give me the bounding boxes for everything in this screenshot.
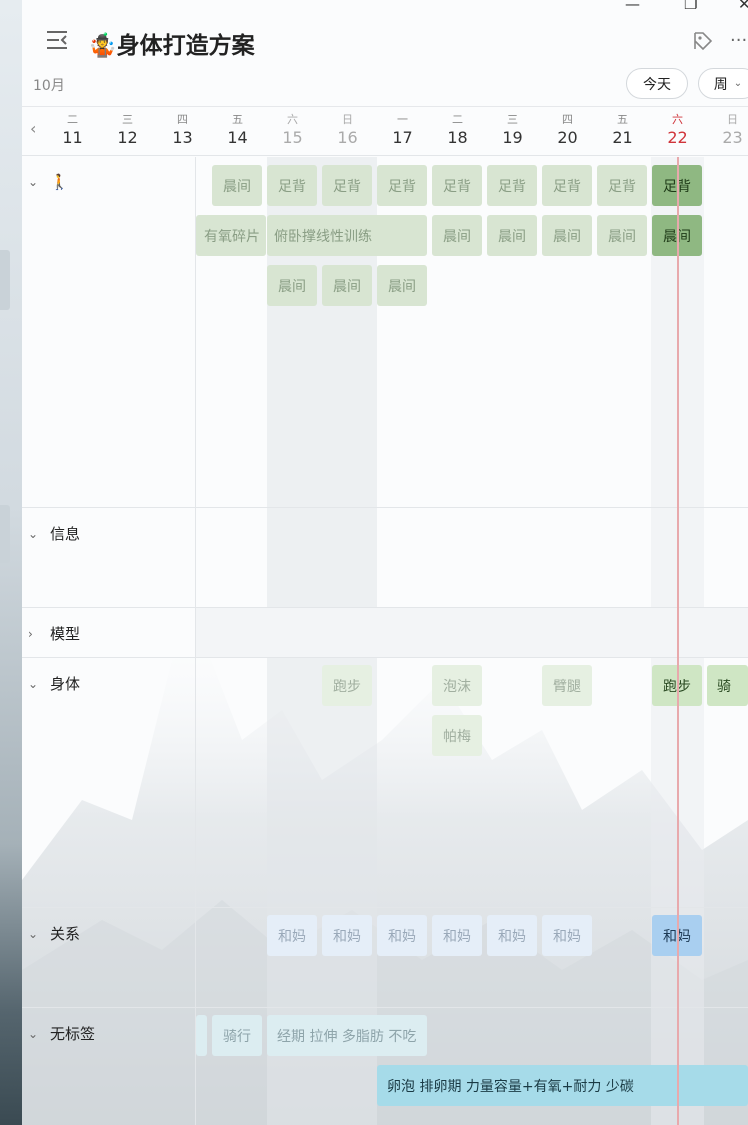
event-foot-back[interactable]: 足背 [267, 165, 317, 206]
desktop-widget [0, 250, 10, 310]
event-foot-back[interactable]: 足背 [377, 165, 427, 206]
lane-header-info[interactable]: ⌄ 信息 [28, 523, 80, 544]
menu-collapse-icon[interactable] [46, 30, 68, 50]
app-window: — ❐ ✕ 🤹身体打造方案 ··· 10月 今天 周 ⌄ ‹ 二 11 三 12 四… [22, 0, 748, 1125]
lane-header-model[interactable]: › 模型 [28, 623, 80, 644]
today-indicator-line [677, 157, 679, 1125]
event-morning[interactable]: 晨间 [487, 215, 537, 256]
event-ride[interactable]: 骑行 [212, 1015, 262, 1056]
event-foot-back[interactable]: 足背 [542, 165, 592, 206]
today-button[interactable]: 今天 [626, 68, 688, 99]
event-cardio[interactable]: 有氧碎片 [196, 215, 266, 256]
day-header-cell[interactable]: 三 19 [485, 107, 540, 149]
event-pamei[interactable]: 帕梅 [432, 715, 482, 756]
title-text: 身体打造方案 [116, 33, 255, 59]
event-foot-back[interactable]: 足背 [322, 165, 372, 206]
prev-week-icon[interactable]: ‹ [30, 119, 36, 138]
event-mom[interactable]: 和妈 [267, 915, 317, 956]
event-mom[interactable]: 和妈 [432, 915, 482, 956]
tag-icon[interactable] [692, 30, 714, 52]
event-mom[interactable]: 和妈 [542, 915, 592, 956]
day-header-cell[interactable]: 三 12 [100, 107, 155, 149]
event-morning[interactable]: 晨间 [597, 215, 647, 256]
day-header-cell[interactable]: 五 21 [595, 107, 650, 149]
day-header-cell[interactable]: 四 20 [540, 107, 595, 149]
day-header-cell[interactable]: 日 23 [705, 107, 748, 149]
event-mom[interactable]: 和妈 [487, 915, 537, 956]
day-header-cell[interactable]: 四 13 [155, 107, 210, 149]
lane-label: 无标签 [50, 1025, 96, 1043]
lane-label: 身体 [50, 675, 81, 693]
chevron-down-icon[interactable]: ⌄ [28, 527, 40, 541]
event-morning[interactable]: 晨间 [542, 215, 592, 256]
event-morning[interactable]: 晨间 [212, 165, 262, 206]
desktop-background [0, 0, 22, 1125]
title-emoji: 🤹 [88, 33, 117, 59]
event-foam[interactable]: 泡沫 [432, 665, 482, 706]
lane-header-body[interactable]: ⌄ 身体 [28, 673, 80, 694]
lane-label: 信息 [50, 525, 81, 543]
day-header: ‹ 二 11 三 12 四 13 五 14 六 15 日 16 一 17 二 18 三 19 四2… [22, 106, 748, 156]
lane-header-relation[interactable]: ⌄ 关系 [28, 923, 80, 944]
event-overflow[interactable] [196, 1015, 207, 1056]
event-period[interactable]: 经期 拉伸 多脂肪 不吃 [267, 1015, 427, 1056]
chevron-down-icon[interactable]: ⌄ [28, 1027, 40, 1041]
chevron-down-icon[interactable]: ⌄ [28, 677, 40, 691]
event-mom[interactable]: 和妈 [322, 915, 372, 956]
day-header-cell-today[interactable]: 六 22 [650, 107, 705, 149]
lane-label: 关系 [50, 925, 81, 943]
lane-divider [22, 907, 748, 908]
event-foot-back[interactable]: 足背 [432, 165, 482, 206]
chevron-down-icon[interactable]: ⌄ [28, 927, 40, 941]
lane-header-untagged[interactable]: ⌄ 无标签 [28, 1023, 95, 1044]
lane-divider [22, 507, 748, 508]
more-icon[interactable]: ··· [730, 30, 747, 51]
event-foot-back[interactable]: 足背 [597, 165, 647, 206]
event-morning[interactable]: 晨间 [377, 265, 427, 306]
event-pushup[interactable]: 俯卧撑线性训练 [267, 215, 427, 256]
event-mom[interactable]: 和妈 [377, 915, 427, 956]
event-foot-back[interactable]: 足背 [487, 165, 537, 206]
view-select[interactable]: 周 ⌄ [698, 68, 748, 99]
event-ride[interactable]: 骑 [707, 665, 748, 706]
minimize-button[interactable]: — [625, 0, 640, 12]
lane-label: 模型 [50, 625, 81, 643]
day-header-cell[interactable]: 二 18 [430, 107, 485, 149]
event-arm-leg[interactable]: 臂腿 [542, 665, 592, 706]
day-header-cell[interactable]: 日 16 [320, 107, 375, 149]
chevron-right-icon[interactable]: › [28, 627, 40, 641]
lane-divider [22, 1007, 748, 1008]
event-morning[interactable]: 晨间 [267, 265, 317, 306]
month-label: 10月 [33, 78, 65, 94]
lane-header-emoji[interactable]: ⌄ 🚶 [28, 173, 69, 191]
restore-button[interactable]: ❐ [684, 0, 697, 12]
event-run[interactable]: 跑步 [322, 665, 372, 706]
day-header-cell[interactable]: 一 17 [375, 107, 430, 149]
lane-label: 🚶 [50, 173, 69, 191]
chevron-down-icon[interactable]: ⌄ [28, 175, 40, 189]
collapsed-lane-band [196, 608, 748, 657]
day-header-cell[interactable]: 六 15 [265, 107, 320, 149]
close-button[interactable]: ✕ [738, 0, 748, 12]
page-title: 🤹身体打造方案 [88, 26, 255, 60]
chevron-down-icon: ⌄ [733, 78, 743, 89]
today-button-label: 今天 [643, 76, 671, 93]
desktop-widget [0, 505, 10, 563]
day-header-cell[interactable]: 二 11 [45, 107, 100, 149]
lane-divider [22, 657, 748, 658]
event-ovulation[interactable]: 卵泡 排卵期 力量容量+有氧+耐力 少碳 [377, 1065, 748, 1106]
event-morning[interactable]: 晨间 [322, 265, 372, 306]
event-morning[interactable]: 晨间 [432, 215, 482, 256]
view-select-label: 周 [713, 76, 728, 93]
day-header-cell[interactable]: 五 14 [210, 107, 265, 149]
